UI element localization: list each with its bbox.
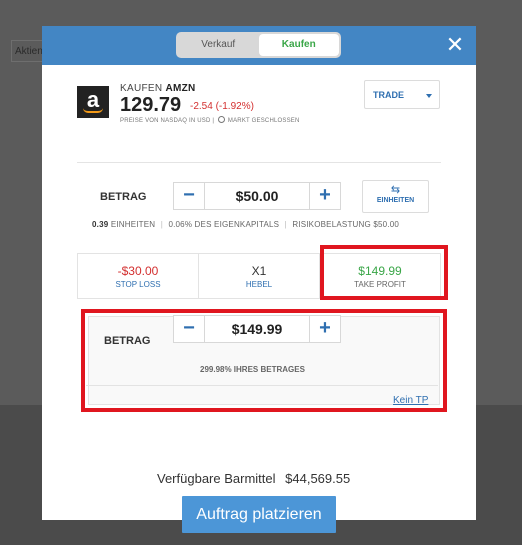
- amount-minus-button[interactable]: −: [173, 182, 205, 210]
- amazon-logo-icon: a: [77, 86, 109, 118]
- units-label: EINHEITEN: [110, 220, 156, 229]
- dialog-header: Verkauf Kaufen ✕: [42, 26, 476, 65]
- sell-tab[interactable]: Verkauf: [178, 34, 259, 56]
- chevron-down-icon: [426, 94, 432, 98]
- place-order-button[interactable]: Auftrag platzieren: [182, 496, 336, 533]
- tp-plus-button[interactable]: +: [309, 315, 341, 343]
- no-take-profit-link[interactable]: Kein TP: [393, 395, 428, 406]
- units-value: 0.39: [92, 220, 109, 229]
- trade-dialog: Verkauf Kaufen ✕ a KAUFEN AMZN 129.79 -2…: [42, 26, 476, 533]
- price-source: PREISE VON NASDAQ IN USD: [120, 118, 211, 124]
- units-toggle-button[interactable]: ⇆ EINHEITEN: [362, 180, 429, 213]
- leverage-label: HEBEL: [245, 280, 273, 289]
- tp-amount-label: BETRAG: [104, 335, 151, 347]
- trade-type-dropdown[interactable]: TRADE: [364, 80, 440, 109]
- stop-loss-value: -$30.00: [117, 264, 159, 278]
- amount-plus-button[interactable]: +: [309, 182, 341, 210]
- tp-percent-text: 299.98% IHRES BETRAGES: [200, 365, 305, 374]
- instrument-price: 129.79: [120, 94, 182, 116]
- price-change: -2.54 (-1.92%): [190, 101, 254, 112]
- available-cash: Verfügbare Barmittel $44,569.55: [157, 471, 350, 486]
- buy-sell-toggle: Verkauf Kaufen: [176, 32, 341, 58]
- equity-percent: 0.06% DES EIGENKAPITALS: [168, 220, 280, 229]
- amount-info-row: 0.39 EINHEITEN | 0.06% DES EIGENKAPITALS…: [92, 220, 399, 229]
- trade-type-label: TRADE: [373, 90, 404, 100]
- stop-loss-label: STOP LOSS: [115, 280, 161, 289]
- market-status: MARKT GESCHLOSSEN: [227, 118, 300, 124]
- clock-icon: [218, 116, 226, 123]
- close-icon[interactable]: ✕: [444, 34, 466, 56]
- order-action: KAUFEN: [120, 83, 163, 94]
- swap-arrows-icon: ⇆: [390, 184, 401, 196]
- tp-amount-input[interactable]: $149.99: [205, 315, 309, 343]
- price-meta: PREISE VON NASDAQ IN USD | MARKT GESCHLO…: [120, 116, 300, 124]
- amount-label: BETRAG: [100, 191, 147, 203]
- divider: [86, 385, 438, 386]
- buy-tab[interactable]: Kaufen: [258, 34, 339, 56]
- instrument-title: KAUFEN AMZN: [120, 83, 196, 94]
- divider: [77, 162, 441, 163]
- highlight-box-take-profit: [320, 245, 448, 300]
- units-button-label: EINHEITEN: [376, 197, 415, 204]
- available-cash-label: Verfügbare Barmittel: [157, 471, 276, 486]
- stop-loss-cell[interactable]: -$30.00 STOP LOSS: [78, 254, 198, 298]
- instrument-symbol: AMZN: [165, 83, 196, 94]
- available-cash-amount: $44,569.55: [285, 471, 351, 486]
- leverage-value: X1: [251, 264, 267, 278]
- leverage-cell[interactable]: X1 HEBEL: [198, 254, 319, 298]
- tp-minus-button[interactable]: −: [173, 315, 205, 343]
- amount-input[interactable]: $50.00: [205, 182, 309, 210]
- risk-exposure: RISIKOBELASTUNG $50.00: [292, 220, 399, 229]
